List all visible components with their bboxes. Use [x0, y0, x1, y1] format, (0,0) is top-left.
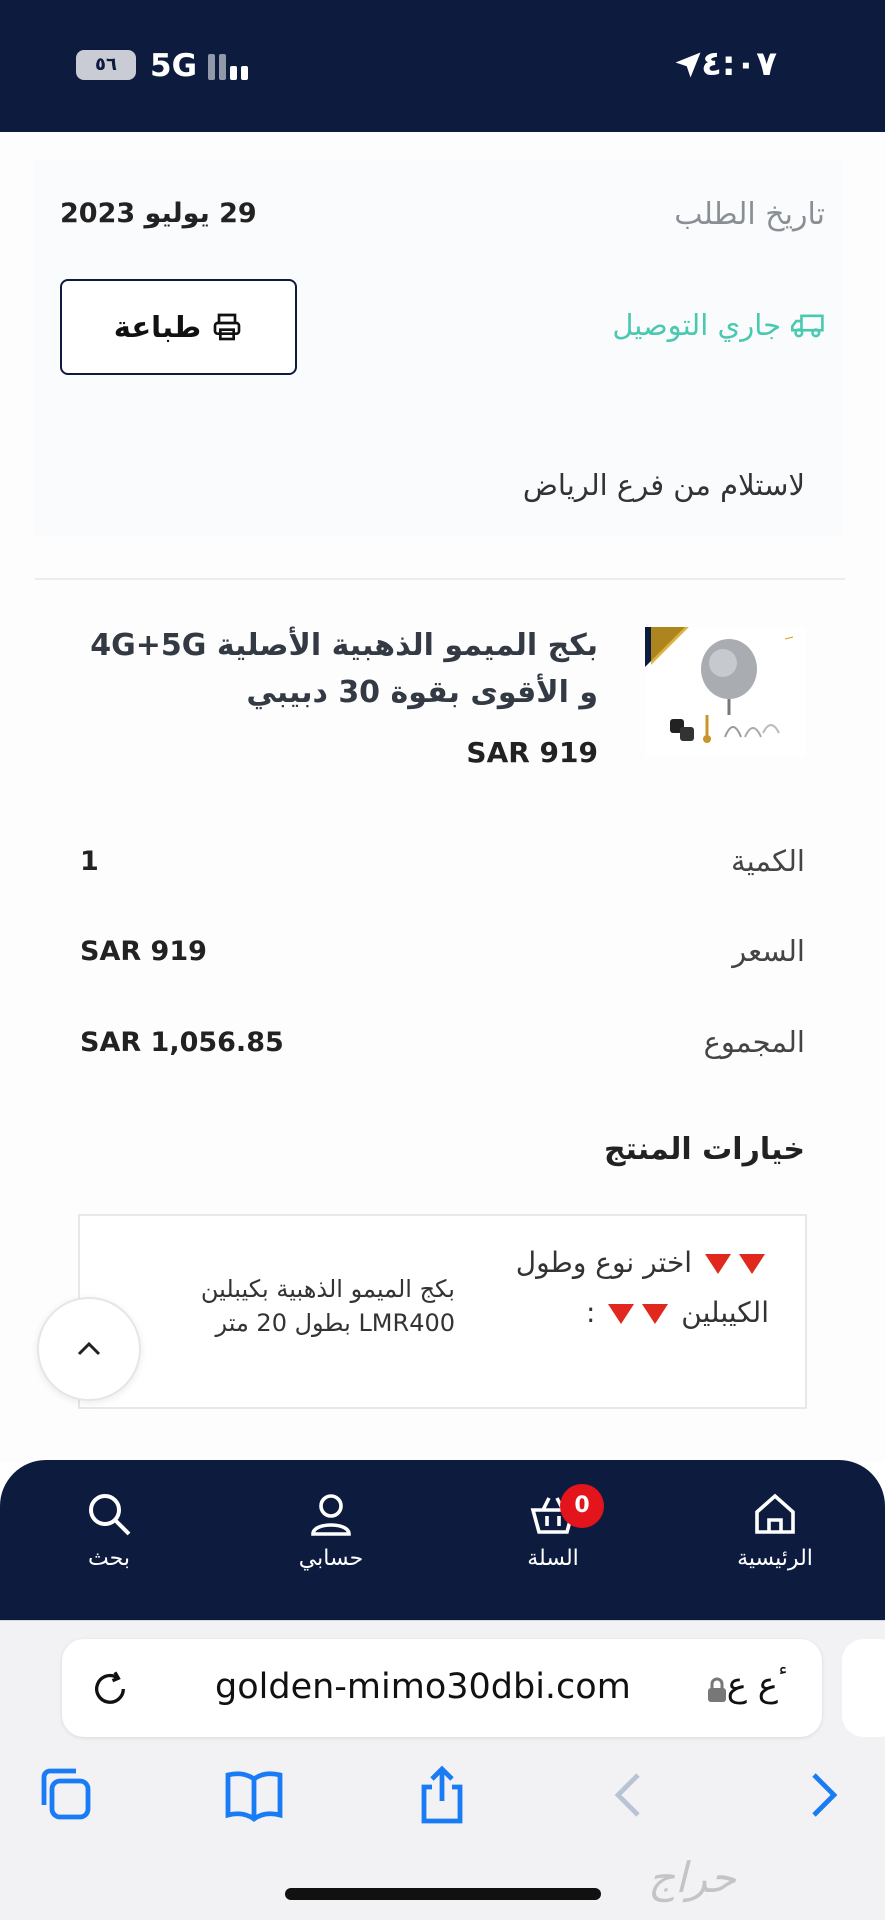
- print-icon: [213, 313, 241, 341]
- nav-account-label: حسابي: [298, 1546, 364, 1571]
- divider: [35, 578, 845, 580]
- red-triangle-icon: [705, 1254, 731, 1274]
- product-options-title: خيارات المنتج: [603, 1132, 805, 1167]
- forward-icon[interactable]: [792, 1765, 852, 1825]
- browser-chrome: golden-mimo30dbi.com ٴع ع حراج: [0, 1620, 885, 1920]
- product-image[interactable]: [645, 627, 805, 757]
- search-icon: [89, 1494, 131, 1536]
- red-triangle-icon: [642, 1304, 669, 1324]
- price-label: السعر: [732, 934, 805, 968]
- order-date-label: تاريخ الطلب: [674, 197, 825, 232]
- url-text[interactable]: golden-mimo30dbi.com: [215, 1667, 631, 1707]
- network-type: 5G: [150, 48, 198, 84]
- nav-cart-label: السلة: [527, 1546, 579, 1571]
- nav-account[interactable]: حسابي: [246, 1490, 416, 1571]
- home-indicator: [285, 1888, 601, 1900]
- pickup-branch: لاستلام من فرع الرياض: [522, 468, 805, 502]
- bookmarks-icon[interactable]: [224, 1765, 284, 1825]
- truck-icon: [791, 314, 824, 338]
- delivery-status: جاري التوصيل: [612, 308, 825, 342]
- print-button[interactable]: طباعة: [60, 279, 297, 375]
- nav-search[interactable]: بحث: [24, 1490, 194, 1571]
- price-value: SAR 919: [80, 936, 207, 967]
- next-tab-peek[interactable]: [842, 1639, 885, 1737]
- option-question: اختر نوع وطول الكيبلين :: [469, 1238, 769, 1338]
- order-date-value: 29 يوليو 2023: [60, 198, 257, 229]
- battery-indicator: ٥٦: [76, 50, 136, 80]
- address-bar[interactable]: golden-mimo30dbi.com ٴع ع: [62, 1639, 822, 1737]
- share-icon[interactable]: [412, 1765, 472, 1825]
- lock-icon: [708, 1677, 726, 1702]
- user-icon: [311, 1494, 351, 1536]
- total-value: SAR 1,056.85: [80, 1027, 284, 1058]
- option-question-line1: اختر نوع وطول: [515, 1246, 693, 1279]
- scroll-to-top-button[interactable]: [37, 1297, 141, 1401]
- quantity-label: الكمية: [731, 844, 805, 878]
- nav-home[interactable]: الرئيسية: [690, 1490, 860, 1571]
- nav-search-label: بحث: [88, 1546, 130, 1571]
- watermark-logo: حراج: [648, 1853, 736, 1902]
- red-triangle-icon: [739, 1254, 765, 1274]
- print-label: طباعة: [113, 310, 202, 344]
- product-price: SAR 919: [466, 736, 598, 769]
- location-arrow-icon: [675, 52, 701, 78]
- status-time: ٤:٠٧: [701, 44, 777, 84]
- product-options-box: اختر نوع وطول الكيبلين : بكج الميمو الذه…: [78, 1214, 807, 1409]
- status-bar: ٥٦ 5G ٤:٠٧: [0, 0, 885, 132]
- nav-cart[interactable]: 0 السلة: [468, 1484, 638, 1571]
- home-icon: [755, 1493, 795, 1534]
- chevron-up-icon: [77, 1341, 101, 1356]
- option-question-line2: الكيبلين: [681, 1296, 769, 1329]
- reader-settings-button[interactable]: ٴع ع: [727, 1665, 788, 1705]
- option-answer: بكج الميمو الذهبية بكيبلين LMR400 بطول 2…: [200, 1275, 455, 1337]
- signal-icon: [208, 54, 252, 80]
- red-triangle-icon: [608, 1304, 635, 1324]
- product-title[interactable]: بكج الميمو الذهبية الأصلية 4G+5G و الأقو…: [78, 622, 598, 716]
- nav-home-label: الرئيسية: [737, 1546, 813, 1571]
- order-details: تاريخ الطلب 29 يوليو 2023 طباعة جاري الت…: [0, 132, 885, 1462]
- option-question-suffix: :: [586, 1296, 596, 1329]
- quantity-value: 1: [80, 846, 99, 877]
- delivery-status-label: جاري التوصيل: [612, 308, 781, 342]
- bottom-navigation: الرئيسية 0 السلة حسابي بحث: [0, 1460, 885, 1620]
- total-label: المجموع: [703, 1025, 805, 1059]
- cart-count-badge: 0: [560, 1484, 604, 1528]
- back-icon[interactable]: [600, 1765, 660, 1825]
- tabs-icon[interactable]: [36, 1765, 96, 1825]
- reload-icon[interactable]: [90, 1669, 130, 1709]
